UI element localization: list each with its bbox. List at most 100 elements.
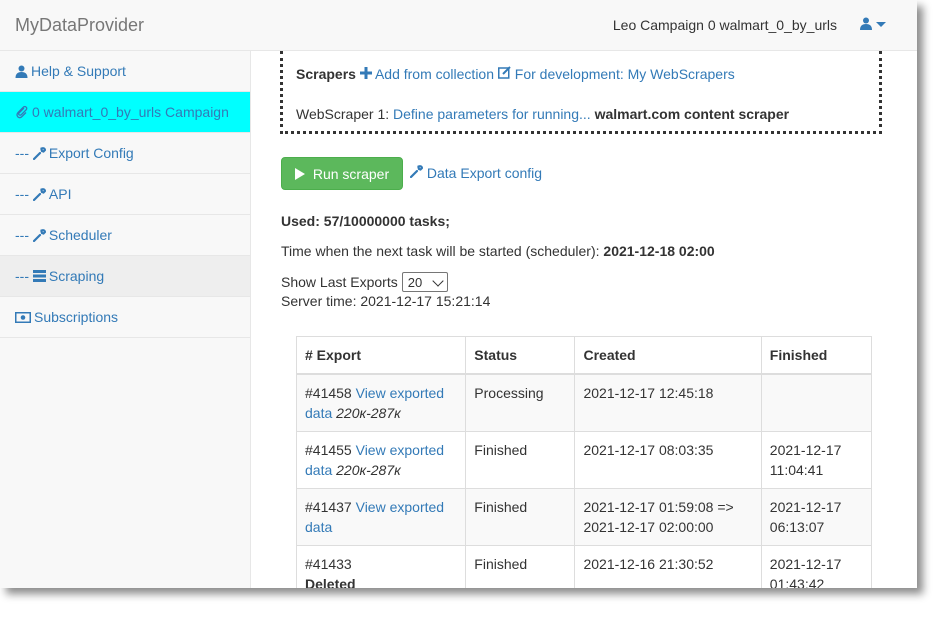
add-from-collection-link[interactable]: Add from collection <box>359 66 498 82</box>
exports-table: # Export Status Created Finished #41458 … <box>295 336 873 588</box>
export-size: 220к-287к <box>336 462 401 478</box>
table-row: #41458 View exported data 220к-287к Proc… <box>295 373 873 432</box>
show-last-value: 20 <box>407 274 423 290</box>
run-scraper-label: Run scraper <box>312 165 390 182</box>
next-task-value: 2021-12-18 02:00 <box>603 243 715 259</box>
table-row: #41437 View exported data Finished 2021-… <box>295 488 873 546</box>
show-last-select[interactable]: 20 <box>401 272 448 292</box>
run-scraper-button[interactable]: Run scraper <box>281 157 403 190</box>
caret-down-icon <box>876 22 886 27</box>
header-export: # Export <box>295 336 467 375</box>
tree-prefix: --- <box>15 227 29 243</box>
status-cell: Finished <box>465 431 576 489</box>
wrench-icon <box>409 165 424 179</box>
created-value: 2021-12-17 01:59:08 => <box>583 499 734 515</box>
export-cell: #41437 View exported data <box>295 488 467 546</box>
status-cell: Processing <box>465 373 576 432</box>
my-webscrapers-link[interactable]: For development: My WebScrapers <box>497 66 735 82</box>
sidebar-item-api[interactable]: --- API <box>0 174 250 215</box>
sidebar-item-label: 0 walmart_0_by_urls Campaign <box>32 104 229 120</box>
user-icon <box>15 65 28 78</box>
user-icon <box>860 17 872 30</box>
next-task-label: Time when the next task will be started … <box>281 243 600 259</box>
sidebar-item-label: Help & Support <box>31 63 126 79</box>
finished-date: 2021-12-17 <box>769 556 842 572</box>
user-menu-toggle[interactable] <box>860 17 886 30</box>
app-window: MyDataProvider Leo Campaign 0 walmart_0_… <box>0 0 917 588</box>
my-webscrapers-label: For development: My WebScrapers <box>514 66 735 82</box>
header-finished: Finished <box>760 336 873 375</box>
finished-date: 2021-12-17 <box>769 499 842 515</box>
export-cell: #41458 View exported data 220к-287к <box>295 373 467 432</box>
server-icon <box>32 270 46 282</box>
created-cell: 2021-12-17 12:45:18 <box>574 373 762 432</box>
plus-icon <box>359 67 372 79</box>
show-last-label: Show Last Exports <box>281 274 398 290</box>
money-icon <box>15 311 31 323</box>
table-header-row: # Export Status Created Finished <box>295 336 873 375</box>
sidebar-item-label: Scraping <box>48 268 105 284</box>
header-status: Status <box>465 336 576 375</box>
sidebar-item-scraping[interactable]: --- Scraping <box>0 256 250 297</box>
server-time: Server time: 2021-12-17 15:21:14 <box>281 293 491 309</box>
table-row: #41455 View exported data 220к-287к Fini… <box>295 431 873 489</box>
created-value: 2021-12-17 12:45:18 <box>583 385 714 401</box>
status-cell: Finished <box>465 488 576 546</box>
finished-time: 01:43:42 <box>769 576 825 588</box>
export-id: #41437 <box>305 499 352 515</box>
sidebar-item-label: Subscriptions <box>34 309 119 325</box>
show-last-exports: Show Last Exports 20 <box>281 272 448 292</box>
sidebar-item-scheduler[interactable]: --- Scheduler <box>0 215 250 256</box>
scrapers-heading: Scrapers <box>296 66 356 82</box>
webscraper-label: WebScraper 1: <box>296 106 390 122</box>
wrench-icon <box>32 187 46 201</box>
created-cell: 2021-12-17 08:03:35 <box>574 431 762 489</box>
table-row: #41433 Deleted Finished 2021-12-16 21:30… <box>295 545 873 588</box>
next-task-time: Time when the next task will be started … <box>281 243 715 259</box>
created-cell: 2021-12-16 21:30:52 <box>574 545 762 588</box>
created-value-end: 2021-12-17 02:00:00 <box>583 519 714 535</box>
scrapers-header: Scrapers Add from collection For develop… <box>296 66 735 82</box>
define-parameters-link[interactable]: Define parameters for running... <box>393 106 591 122</box>
finished-cell <box>760 373 873 432</box>
webscraper-row: WebScraper 1: Define parameters for runn… <box>296 106 789 122</box>
chevron-down-icon <box>432 274 444 287</box>
wrench-icon <box>32 228 46 242</box>
sidebar-item-label: API <box>48 186 72 202</box>
export-cell: #41433 Deleted <box>295 545 467 588</box>
sidebar-item-help[interactable]: Help & Support <box>0 51 250 92</box>
sidebar-item-label: Scheduler <box>48 227 112 243</box>
usage-stats: Used: 57/10000000 tasks; <box>281 213 450 229</box>
created-value: 2021-12-17 08:03:35 <box>583 442 714 458</box>
created-cell: 2021-12-17 01:59:08 => 2021-12-17 02:00:… <box>574 488 762 546</box>
export-size: 220к-287к <box>336 405 401 421</box>
sidebar: Help & Support 0 walmart_0_by_urls Campa… <box>0 51 251 588</box>
finished-cell: 2021-12-17 01:43:42 <box>760 545 873 588</box>
header-created: Created <box>574 336 762 375</box>
finished-date: 2021-12-17 <box>769 442 842 458</box>
finished-time: 11:04:41 <box>769 462 824 478</box>
data-export-config-link[interactable]: Data Export config <box>409 165 542 181</box>
finished-cell: 2021-12-17 11:04:41 <box>760 431 873 489</box>
wrench-icon <box>32 146 46 160</box>
sidebar-item-subscriptions[interactable]: Subscriptions <box>0 297 250 338</box>
finished-cell: 2021-12-17 06:13:07 <box>760 488 873 546</box>
export-id: #41433 <box>305 556 352 572</box>
export-cell: #41455 View exported data 220к-287к <box>295 431 467 489</box>
export-id: #41458 <box>305 385 352 401</box>
sidebar-item-campaign[interactable]: 0 walmart_0_by_urls Campaign <box>0 92 250 133</box>
play-icon <box>294 167 305 180</box>
deleted-label: Deleted <box>305 576 356 588</box>
export-id: #41455 <box>305 442 352 458</box>
navbar: MyDataProvider Leo Campaign 0 walmart_0_… <box>0 0 917 51</box>
sidebar-item-export-config[interactable]: --- Export Config <box>0 133 250 174</box>
edit-icon <box>497 66 511 79</box>
campaign-user-label: Leo Campaign 0 walmart_0_by_urls <box>612 17 837 33</box>
status-cell: Finished <box>465 545 576 588</box>
paperclip-icon <box>16 105 28 119</box>
brand[interactable]: MyDataProvider <box>15 15 144 36</box>
add-from-collection-label: Add from collection <box>374 66 495 82</box>
webscraper-name: walmart.com content scraper <box>594 106 790 122</box>
scrapers-panel: Scrapers Add from collection For develop… <box>280 51 882 134</box>
tree-prefix: --- <box>15 268 29 284</box>
